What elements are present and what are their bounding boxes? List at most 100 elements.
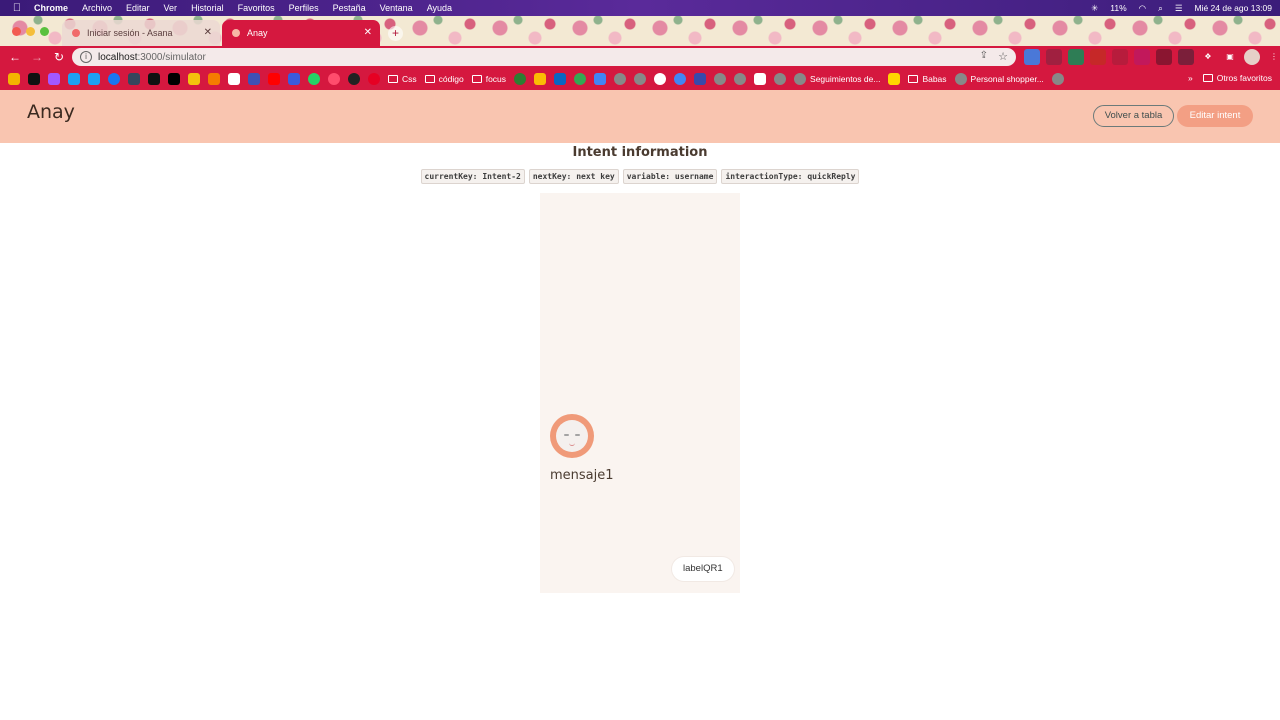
- folder-icon: [1202, 74, 1213, 82]
- adblock-extension-icon[interactable]: [1090, 49, 1106, 65]
- pinterest-icon[interactable]: [368, 73, 380, 85]
- bookmark-folder-otros[interactable]: Otros favoritos: [1202, 73, 1272, 83]
- bookmark-icon[interactable]: [188, 73, 200, 85]
- bookmark-icon[interactable]: [694, 73, 707, 85]
- globe-icon[interactable]: [714, 73, 727, 85]
- google-drive-icon[interactable]: [534, 73, 547, 85]
- google-icon[interactable]: [654, 73, 667, 85]
- menu-ver[interactable]: Ver: [164, 3, 178, 13]
- youtube-icon[interactable]: [268, 73, 280, 85]
- window-zoom-button[interactable]: [40, 27, 49, 36]
- bookmark-personal-shopper[interactable]: Personal shopper...: [954, 73, 1044, 85]
- globe-icon[interactable]: [734, 73, 747, 85]
- bluetooth-icon[interactable]: ✳: [1091, 3, 1098, 14]
- bookmark-folder-focus[interactable]: focus: [471, 74, 506, 84]
- menu-historial[interactable]: Historial: [191, 3, 224, 13]
- bookmark-icon[interactable]: [288, 73, 300, 85]
- bot-mouth: [569, 443, 575, 446]
- bookmark-folder-babas[interactable]: Babas: [908, 74, 947, 84]
- reload-icon[interactable]: ↻: [48, 46, 70, 68]
- puzzle-extensions-icon[interactable]: ❖: [1200, 49, 1216, 65]
- tab-asana[interactable]: Iniciar sesión - Asana ✕: [62, 20, 220, 46]
- bookmark-icon[interactable]: [888, 73, 901, 85]
- tab-anay[interactable]: Anay ✕: [222, 20, 380, 46]
- address-bar[interactable]: i localhost:3000/simulator ⇪ ☆: [72, 48, 1016, 66]
- bookmark-icon[interactable]: [248, 73, 260, 85]
- share-icon[interactable]: ⇪: [980, 50, 988, 61]
- globe-icon[interactable]: [614, 73, 627, 85]
- app-title: Anay: [27, 101, 75, 123]
- bookmark-icon[interactable]: [674, 73, 687, 85]
- menu-editar[interactable]: Editar: [126, 3, 150, 13]
- clock[interactable]: Mié 24 de ago 13:09: [1194, 3, 1272, 13]
- whatsapp-icon[interactable]: [308, 73, 320, 85]
- apple-icon[interactable]: : [0, 2, 34, 14]
- maps-icon[interactable]: [574, 73, 587, 85]
- bookmark-folder-codigo[interactable]: código: [424, 74, 464, 84]
- extension-icon[interactable]: [1068, 49, 1084, 65]
- profile-avatar[interactable]: [1244, 49, 1260, 65]
- back-arrow-icon[interactable]: ←: [4, 46, 26, 68]
- chat-simulator: mensaje1 labelQR1: [540, 193, 740, 593]
- translate-extension-icon[interactable]: [1024, 49, 1040, 65]
- linkedin-icon[interactable]: [554, 73, 567, 85]
- edit-intent-button[interactable]: Editar intent: [1177, 105, 1253, 127]
- extension-icon[interactable]: [1046, 49, 1062, 65]
- spotlight-search-icon[interactable]: ⌕: [1158, 3, 1163, 14]
- tag-interaction-type: interactionType: quickReply: [721, 169, 860, 184]
- control-center-icon[interactable]: ☰: [1175, 3, 1183, 14]
- bot-message: mensaje1: [550, 468, 614, 483]
- bookmark-icon[interactable]: [228, 73, 240, 85]
- extension-icon[interactable]: [1156, 49, 1172, 65]
- forward-arrow-icon[interactable]: →: [26, 46, 48, 68]
- globe-icon[interactable]: [1051, 73, 1064, 85]
- tumblr-icon[interactable]: [148, 73, 160, 85]
- site-info-icon[interactable]: i: [80, 51, 92, 63]
- heart-icon[interactable]: [328, 73, 340, 85]
- folder-icon: [424, 75, 435, 83]
- flickr-icon[interactable]: [168, 73, 180, 85]
- extension-icon[interactable]: [1178, 49, 1194, 65]
- apps-grid-icon[interactable]: [8, 73, 20, 85]
- folder-label: código: [438, 74, 464, 84]
- extension-icon[interactable]: [1134, 49, 1150, 65]
- window-close-button[interactable]: [12, 27, 21, 36]
- tab-title: Iniciar sesión - Asana: [87, 28, 173, 38]
- menu-ayuda[interactable]: Ayuda: [427, 3, 452, 13]
- bookmark-folder-css[interactable]: Css: [388, 74, 417, 84]
- bookmark-icon[interactable]: [514, 73, 527, 85]
- close-tab-icon[interactable]: ✕: [364, 28, 372, 38]
- bookmark-icon[interactable]: [754, 73, 767, 85]
- menu-app-chrome[interactable]: Chrome: [34, 3, 68, 13]
- menu-archivo[interactable]: Archivo: [82, 3, 112, 13]
- menu-perfiles[interactable]: Perfiles: [289, 3, 319, 13]
- bookmarks-right: » Otros favoritos: [1188, 73, 1272, 83]
- globe-icon[interactable]: [774, 73, 787, 85]
- facebook-icon[interactable]: [108, 73, 120, 85]
- menu-ventana[interactable]: Ventana: [380, 3, 413, 13]
- bookmark-star-icon[interactable]: ☆: [998, 50, 1008, 63]
- menu-favoritos[interactable]: Favoritos: [238, 3, 275, 13]
- extension-icon[interactable]: [1112, 49, 1128, 65]
- window-minimize-button[interactable]: [26, 27, 35, 36]
- bookmarks-overflow-button[interactable]: »: [1188, 73, 1193, 83]
- quick-reply-button[interactable]: labelQR1: [672, 557, 734, 581]
- more-menu-icon[interactable]: ⋮: [1266, 49, 1280, 65]
- blogger-icon[interactable]: [208, 73, 220, 85]
- github-icon[interactable]: [348, 73, 360, 85]
- twitter-icon[interactable]: [68, 73, 80, 85]
- side-panel-icon[interactable]: ▣: [1222, 49, 1238, 65]
- wifi-icon[interactable]: ◠: [1139, 3, 1146, 14]
- new-tab-button[interactable]: +: [388, 26, 403, 41]
- bookmark-icon[interactable]: [28, 73, 40, 85]
- twitter-icon[interactable]: [88, 73, 100, 85]
- close-tab-icon[interactable]: ✕: [204, 28, 212, 38]
- figma-icon[interactable]: [48, 73, 60, 85]
- globe-icon[interactable]: [634, 73, 647, 85]
- translate-icon[interactable]: [594, 73, 607, 85]
- back-to-table-button[interactable]: Volver a tabla: [1093, 105, 1174, 127]
- tumblr-icon[interactable]: [128, 73, 140, 85]
- battery-level[interactable]: 11%: [1110, 3, 1126, 13]
- bookmark-seguimientos[interactable]: Seguimientos de...: [794, 73, 880, 85]
- menu-pestana[interactable]: Pestaña: [333, 3, 366, 13]
